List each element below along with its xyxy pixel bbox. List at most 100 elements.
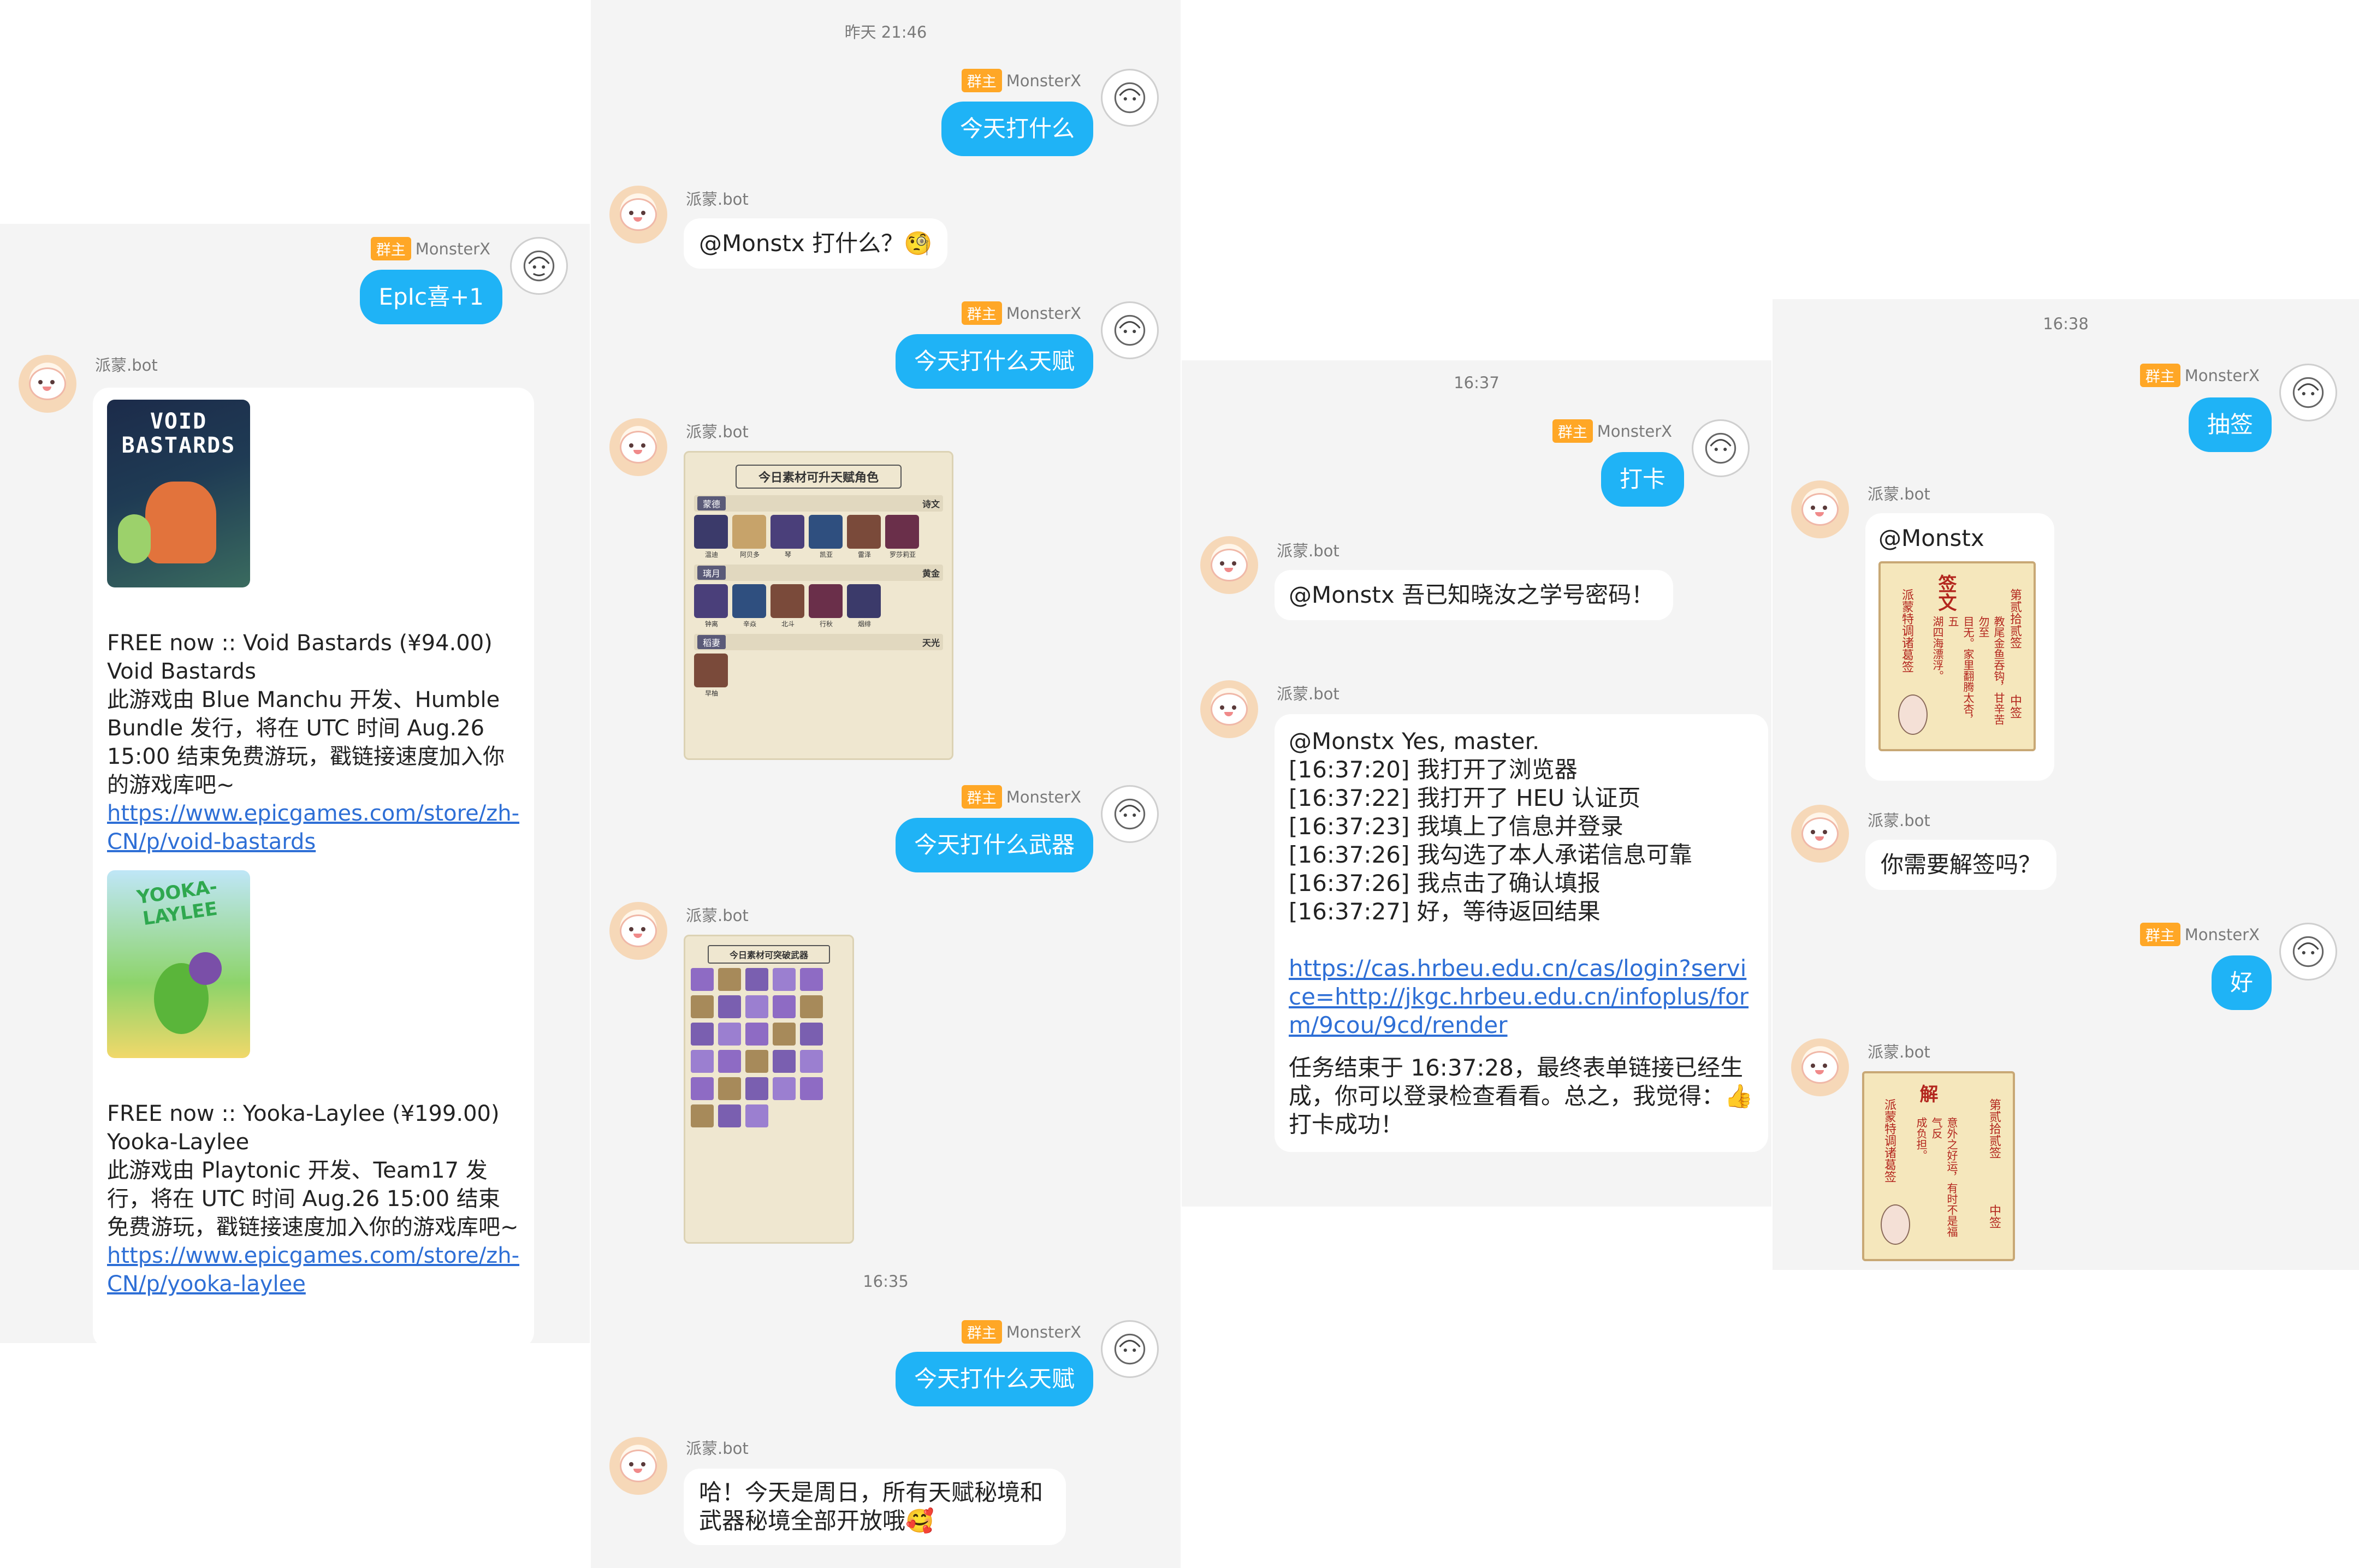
stick-title: 签文 [1935,574,1957,611]
bot-avatar[interactable] [1791,480,1849,538]
weapon-tile [718,1023,741,1046]
user-bubble[interactable]: 打卡 [1601,452,1684,507]
log-line: @Monstx Yes, master. [1289,728,1540,755]
weapon-tile [773,1023,796,1046]
character-portrait: 钟离 [694,584,729,628]
paimon-icon [620,431,657,464]
character-image [694,584,728,618]
bot-avatar[interactable] [19,355,76,413]
game-link[interactable]: https://www.epicgames.com/store/zh-CN/p/… [107,1242,520,1298]
bot-avatar[interactable] [609,186,667,243]
weapon-tile [745,1050,768,1073]
character-image [847,584,881,618]
log-line: [16:37:22] 我打开了 HEU 认证页 [1289,785,1641,811]
bot-avatar[interactable] [1791,1038,1849,1096]
user-avatar[interactable] [1101,69,1159,127]
sender-name: 派蒙.bot [686,1439,749,1458]
stick-series: 派蒙特调诸葛签 [1882,1098,1896,1183]
bot-avatar[interactable] [1200,536,1258,594]
user-bubble[interactable]: 好 [2211,955,2272,1010]
bot-avatar[interactable] [1200,680,1258,738]
user-avatar[interactable] [2279,923,2337,981]
character-art [118,514,151,563]
sender-info: 群主 MonsterX [2139,923,2260,946]
game-cover-yooka-laylee[interactable]: YOOKA-LAYLEE [107,870,250,1058]
user-bubble[interactable]: 今天打什么武器 [895,818,1093,872]
talent-row: 蒙德 诗文 温迪 阿贝多 琴 凯亚 雷泽 罗莎莉亚 [694,495,943,559]
character-name: 北斗 [781,620,795,628]
user-avatar[interactable] [2279,364,2337,421]
character-portrait: 雷泽 [847,515,882,559]
user-bubble[interactable]: 今天打什么 [941,102,1093,156]
talent-row-header: 稻妻 天光 [694,634,943,650]
user-bubble[interactable]: EpIc喜+1 [360,270,502,324]
user-avatar[interactable] [1692,419,1750,477]
user-bubble[interactable]: 抽签 [2188,397,2272,452]
talent-card-image[interactable]: 今日素材可升天赋角色 蒙德 诗文 温迪 阿贝多 琴 凯亚 雷泽 罗莎莉亚 璃月 黄金 钟离 辛焱 北斗 行… [684,451,953,760]
fortune-stick-image[interactable]: 派蒙特调诸葛签 解 意外之好运，有时不是福气反 成负担。 第贰拾贰签 中签 [1862,1071,2015,1261]
sender-name: MonsterX [415,239,490,258]
character-portrait: 阿贝多 [732,515,767,559]
sketch-avatar-icon [1114,82,1146,114]
fortune-stick-image[interactable]: 派蒙特调诸葛签 签文 教尾金鱼吞钩，甘辛苦勿至 目无。家里翻腾太杏，五 湖四海漂… [1878,561,2036,751]
bot-avatar[interactable] [609,902,667,960]
mention: @Monstx [1878,525,1984,551]
weapon-tile [691,1050,714,1073]
weapon-tile [718,1104,741,1127]
weapon-tile [745,995,768,1018]
sender-name: MonsterX [1006,304,1081,323]
weapon-tile [691,995,714,1018]
talent-rows: 蒙德 诗文 温迪 阿贝多 琴 凯亚 雷泽 罗莎莉亚 璃月 黄金 钟离 辛焱 北斗 行秋 烟绯 稻妻 天光 早柚 [685,489,952,710]
paimon-icon [1211,549,1248,581]
sender-info: 群主 MonsterX [961,69,1081,92]
paimon-icon [620,914,657,947]
character-portrait: 北斗 [770,584,805,628]
sender-info: 群主 MonsterX [961,1320,1081,1344]
user-avatar[interactable] [510,237,568,295]
bot-bubble: @Monstx Yes, master. [16:37:20] 我打开了浏览器 [1… [1275,714,1768,1152]
chat-panel-2: 昨天 21:46 群主 MonsterX 今天打什么 派蒙.bot @Monst… [591,0,1181,1568]
user-avatar[interactable] [1101,785,1159,843]
user-bubble[interactable]: 今天打什么天赋 [895,1352,1093,1406]
timestamp: 昨天 21:46 [844,23,927,41]
talent-row-header: 璃月 黄金 [694,565,943,581]
sketch-avatar-icon [1114,1333,1146,1365]
character-image [694,515,728,549]
weapon-grid [685,964,852,1132]
bot-avatar[interactable] [1791,805,1849,863]
paimon-icon [620,198,657,231]
weapon-tile [773,1050,796,1073]
weapon-card-image[interactable]: 今日素材可突破武器 [684,935,854,1244]
character-image [770,584,804,618]
user-avatar[interactable] [1101,301,1159,359]
character-image [732,584,766,618]
weapon-tile [745,1104,768,1127]
owner-badge: 群主 [2139,364,2180,387]
weapon-tile [745,1077,768,1100]
game-cover-void-bastards[interactable]: VOID BASTARDS [107,400,250,587]
game-link[interactable]: https://www.epicgames.com/store/zh-CN/p/… [107,799,520,856]
log-line: [16:37:23] 我填上了信息并登录 [1289,813,1623,840]
sender-name: 派蒙.bot [1868,1043,1930,1061]
stick-number: 第贰拾贰签 [1987,1098,2001,1159]
character-name: 凯亚 [819,551,833,559]
form-link[interactable]: https://cas.hrbeu.edu.cn/cas/login?servi… [1289,954,1754,1040]
paimon-icon [1801,817,1839,850]
bot-avatar[interactable] [609,1437,667,1495]
weapon-tile [800,1077,823,1100]
sender-name: 派蒙.bot [1868,485,1930,503]
character-image [809,515,843,549]
talent-row-header: 蒙德 诗文 [694,495,943,512]
bot-avatar[interactable] [609,418,667,476]
talent-row: 璃月 黄金 钟离 辛焱 北斗 行秋 烟绯 [694,565,943,628]
character-image [732,515,766,549]
sender-name: 派蒙.bot [686,423,749,441]
user-bubble[interactable]: 今天打什么天赋 [895,334,1093,389]
character-portrait: 温迪 [694,515,729,559]
user-avatar[interactable] [1101,1320,1159,1378]
bot-bubble: @Monstx 派蒙特调诸葛签 签文 教尾金鱼吞钩，甘辛苦勿至 目无。家里翻腾太… [1865,513,2054,781]
paimon-stamp-icon [1881,1204,1910,1245]
character-portrait: 早柚 [694,654,729,698]
weapon-tile [718,995,741,1018]
weapon-tile [745,968,768,991]
